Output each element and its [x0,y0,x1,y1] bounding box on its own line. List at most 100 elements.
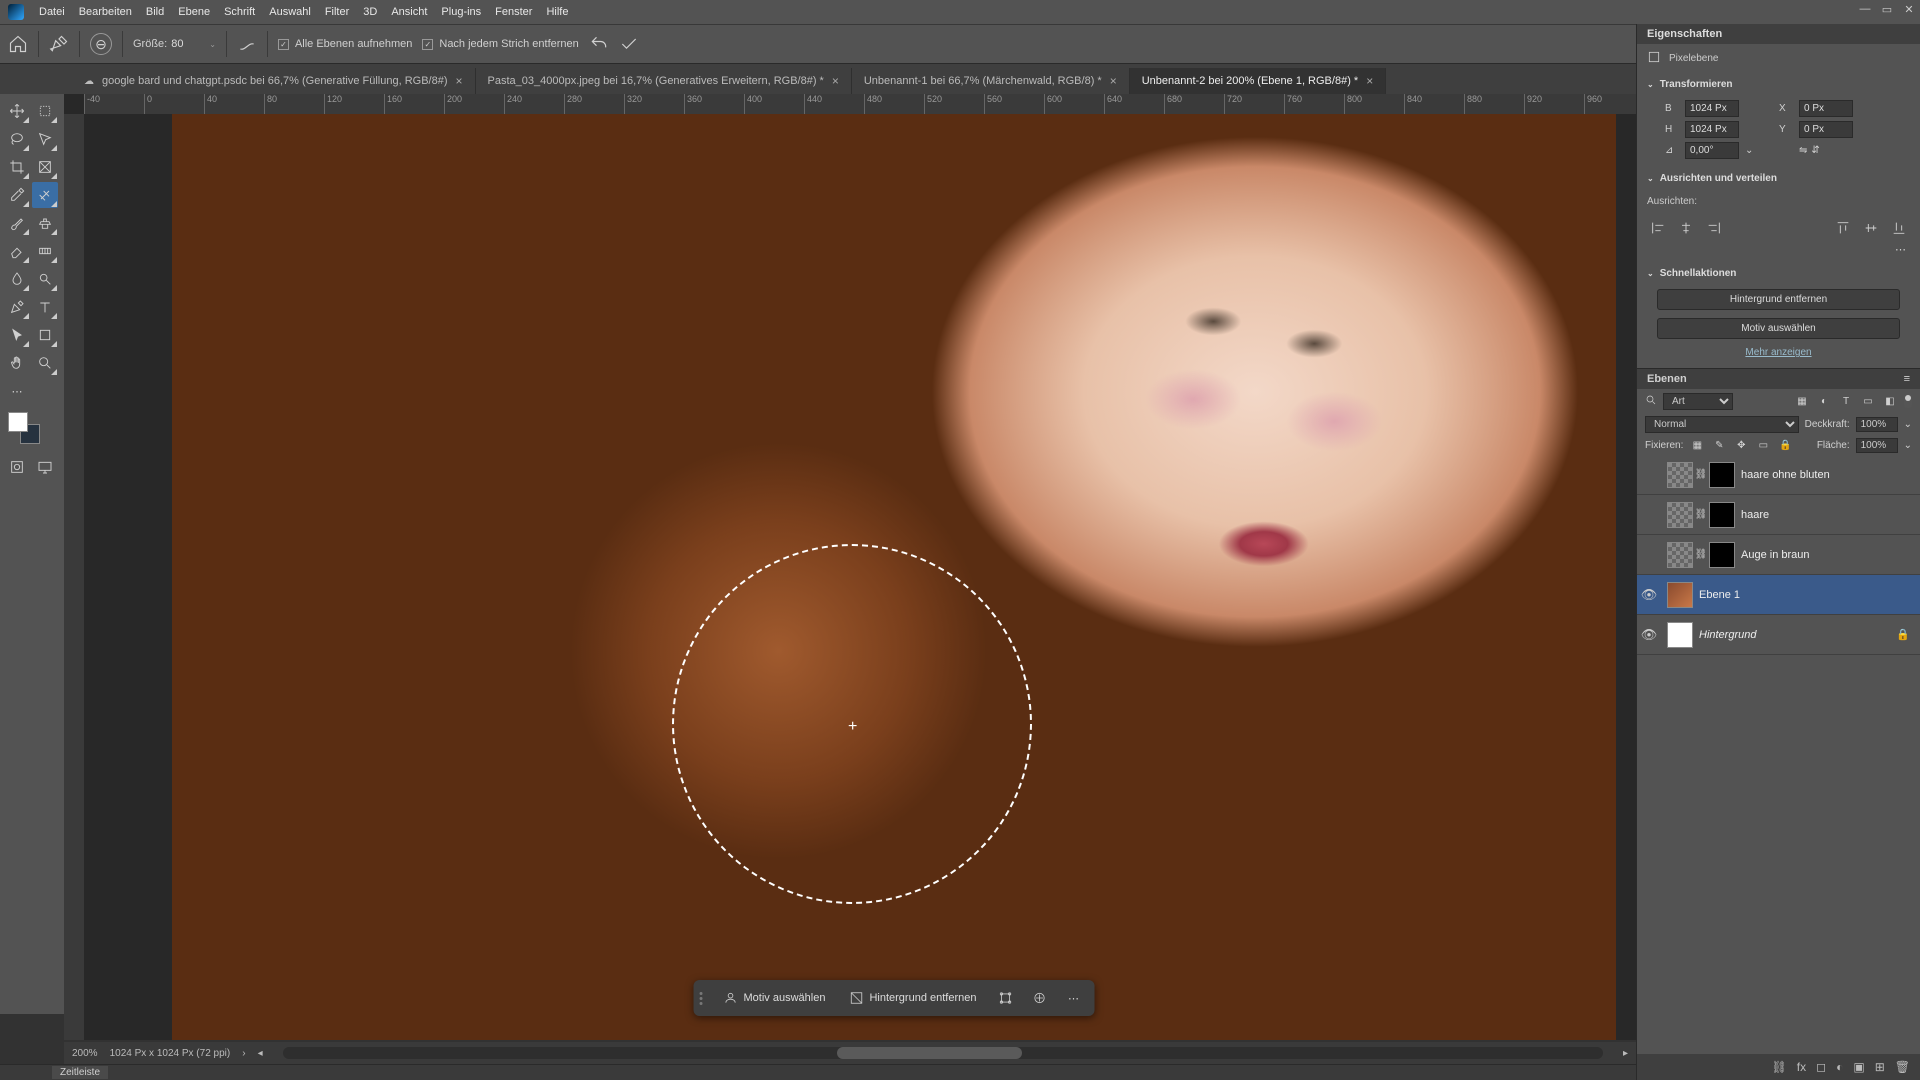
home-icon[interactable] [8,34,28,54]
shape-tool[interactable] [32,322,58,348]
window-restore-icon[interactable]: ▭ [1880,3,1894,16]
align-top-icon[interactable] [1834,219,1852,237]
align-bottom-icon[interactable] [1890,219,1908,237]
opacity-input[interactable] [1856,417,1898,432]
blend-mode-select[interactable]: Normal [1645,416,1799,433]
flip-h-icon[interactable]: ⇋ [1799,145,1807,156]
filter-type-icon[interactable]: T [1838,394,1854,410]
lasso-tool[interactable] [4,126,30,152]
artboard-tool[interactable] [32,98,58,124]
menu-type[interactable]: Schrift [217,6,262,18]
layer-row[interactable]: 👁 Hintergrund 🔒 [1637,615,1920,655]
close-icon[interactable]: × [1110,74,1117,88]
x-input[interactable] [1799,100,1853,117]
layer-group-icon[interactable]: ▣ [1853,1060,1864,1074]
doc-tab[interactable]: ☁google bard und chatgpt.psdc bei 66,7% … [72,68,476,94]
align-hcenter-icon[interactable] [1677,219,1695,237]
align-right-icon[interactable] [1705,219,1723,237]
quick-select-tool[interactable] [32,126,58,152]
canvas[interactable]: + Motiv auswählen Hintergrund entfernen … [172,114,1616,1040]
close-icon[interactable]: × [456,74,463,88]
hand-tool[interactable] [4,350,30,376]
visibility-toggle[interactable]: 👁 [1637,587,1661,603]
more-align-icon[interactable]: ⋯ [1895,244,1906,256]
doc-info[interactable]: 1024 Px x 1024 Px (72 ppi) [110,1048,231,1059]
horizontal-scrollbar[interactable] [283,1047,1603,1059]
qa-select-subject-button[interactable]: Motiv auswählen [1657,318,1900,339]
menu-filter[interactable]: Filter [318,6,356,18]
menu-3d[interactable]: 3D [356,6,384,18]
menu-image[interactable]: Bild [139,6,171,18]
lock-position-icon[interactable]: ✥ [1733,437,1749,453]
qa-remove-bg-button[interactable]: Hintergrund entfernen [1657,289,1900,310]
zoom-level[interactable]: 200% [72,1048,98,1059]
layer-row[interactable]: 👁 Ebene 1 [1637,575,1920,615]
tool-preset-icon[interactable] [49,34,69,54]
more-icon[interactable]: ⋯ [1058,984,1088,1012]
contextual-task-bar[interactable]: Motiv auswählen Hintergrund entfernen ⋯ [694,980,1095,1016]
menu-window[interactable]: Fenster [488,6,539,18]
scroll-right-icon[interactable]: ▸ [1623,1048,1628,1059]
dodge-tool[interactable] [32,266,58,292]
menu-edit[interactable]: Bearbeiten [72,6,139,18]
eyedropper-tool[interactable] [4,182,30,208]
gen-fill-icon[interactable] [1024,984,1054,1012]
path-select-tool[interactable] [4,322,30,348]
doc-tab[interactable]: Unbenannt-2 bei 200% (Ebene 1, RGB/8#) *… [1130,68,1387,94]
remove-after-checkbox[interactable]: ✓Nach jedem Strich entfernen [422,38,578,50]
foreground-swatch[interactable] [8,412,28,432]
align-vcenter-icon[interactable] [1862,219,1880,237]
filter-pixel-icon[interactable]: ▦ [1794,394,1810,410]
select-subject-button[interactable]: Motiv auswählen [714,984,836,1012]
layer-mask-icon[interactable]: ◻ [1816,1060,1826,1074]
doc-tab[interactable]: Unbenannt-1 bei 66,7% (Märchenwald, RGB/… [852,68,1130,94]
layers-tab[interactable]: Ebenen [1647,373,1687,385]
screenmode-icon[interactable] [32,454,58,480]
menu-plugins[interactable]: Plug-ins [434,6,488,18]
transform-section[interactable]: ⌄Transformieren [1637,73,1920,96]
layer-row[interactable]: ⛓ haare ohne bluten [1637,455,1920,495]
timeline-tab[interactable]: Zeitleiste [52,1066,108,1079]
size-input[interactable] [171,38,205,50]
move-tool[interactable] [4,98,30,124]
frame-tool[interactable] [32,154,58,180]
layer-fx-icon[interactable]: fx [1797,1060,1806,1074]
menu-layer[interactable]: Ebene [171,6,217,18]
lock-pixels-icon[interactable]: ✎ [1711,437,1727,453]
filter-toggle-icon[interactable] [1904,394,1912,408]
drag-handle-icon[interactable] [700,992,706,1005]
window-minimize-icon[interactable]: — [1858,3,1872,16]
angle-input[interactable] [1685,142,1739,159]
remove-mode-icon[interactable]: ⊖ [90,33,112,55]
search-icon[interactable] [1645,394,1657,409]
menu-select[interactable]: Auswahl [262,6,318,18]
color-swatches[interactable] [8,412,42,446]
align-section[interactable]: ⌄Ausrichten und verteilen [1637,167,1920,190]
remove-background-button[interactable]: Hintergrund entfernen [839,984,986,1012]
layer-row[interactable]: ⛓ Auge in braun [1637,535,1920,575]
lock-artboard-icon[interactable]: ▭ [1755,437,1771,453]
lock-all-icon[interactable]: 🔒 [1777,437,1793,453]
filter-adjust-icon[interactable]: ◐ [1816,394,1832,410]
commit-icon[interactable] [619,34,639,54]
align-left-icon[interactable] [1649,219,1667,237]
properties-panel-title[interactable]: Eigenschaften [1637,24,1920,44]
filter-smart-icon[interactable]: ◧ [1882,394,1898,410]
pen-tool[interactable] [4,294,30,320]
menu-view[interactable]: Ansicht [384,6,434,18]
healing-brush-tool[interactable] [32,182,58,208]
type-tool[interactable] [32,294,58,320]
doc-tab[interactable]: Pasta_03_4000px.jpeg bei 16,7% (Generati… [476,68,852,94]
blur-tool[interactable] [4,266,30,292]
brush-pressure-icon[interactable] [237,34,257,54]
y-input[interactable] [1799,121,1853,138]
fill-input[interactable] [1856,438,1898,453]
close-icon[interactable]: × [1366,74,1373,88]
sample-all-checkbox[interactable]: ✓Alle Ebenen aufnehmen [278,38,412,50]
menu-file[interactable]: Datei [32,6,72,18]
link-layers-icon[interactable]: ⛓ [1772,1060,1787,1074]
scroll-left-icon[interactable]: ◂ [258,1048,263,1059]
qa-more-link[interactable]: Mehr anzeigen [1637,343,1920,368]
transform-icon[interactable] [990,984,1020,1012]
flip-v-icon[interactable]: ⇵ [1811,145,1819,156]
